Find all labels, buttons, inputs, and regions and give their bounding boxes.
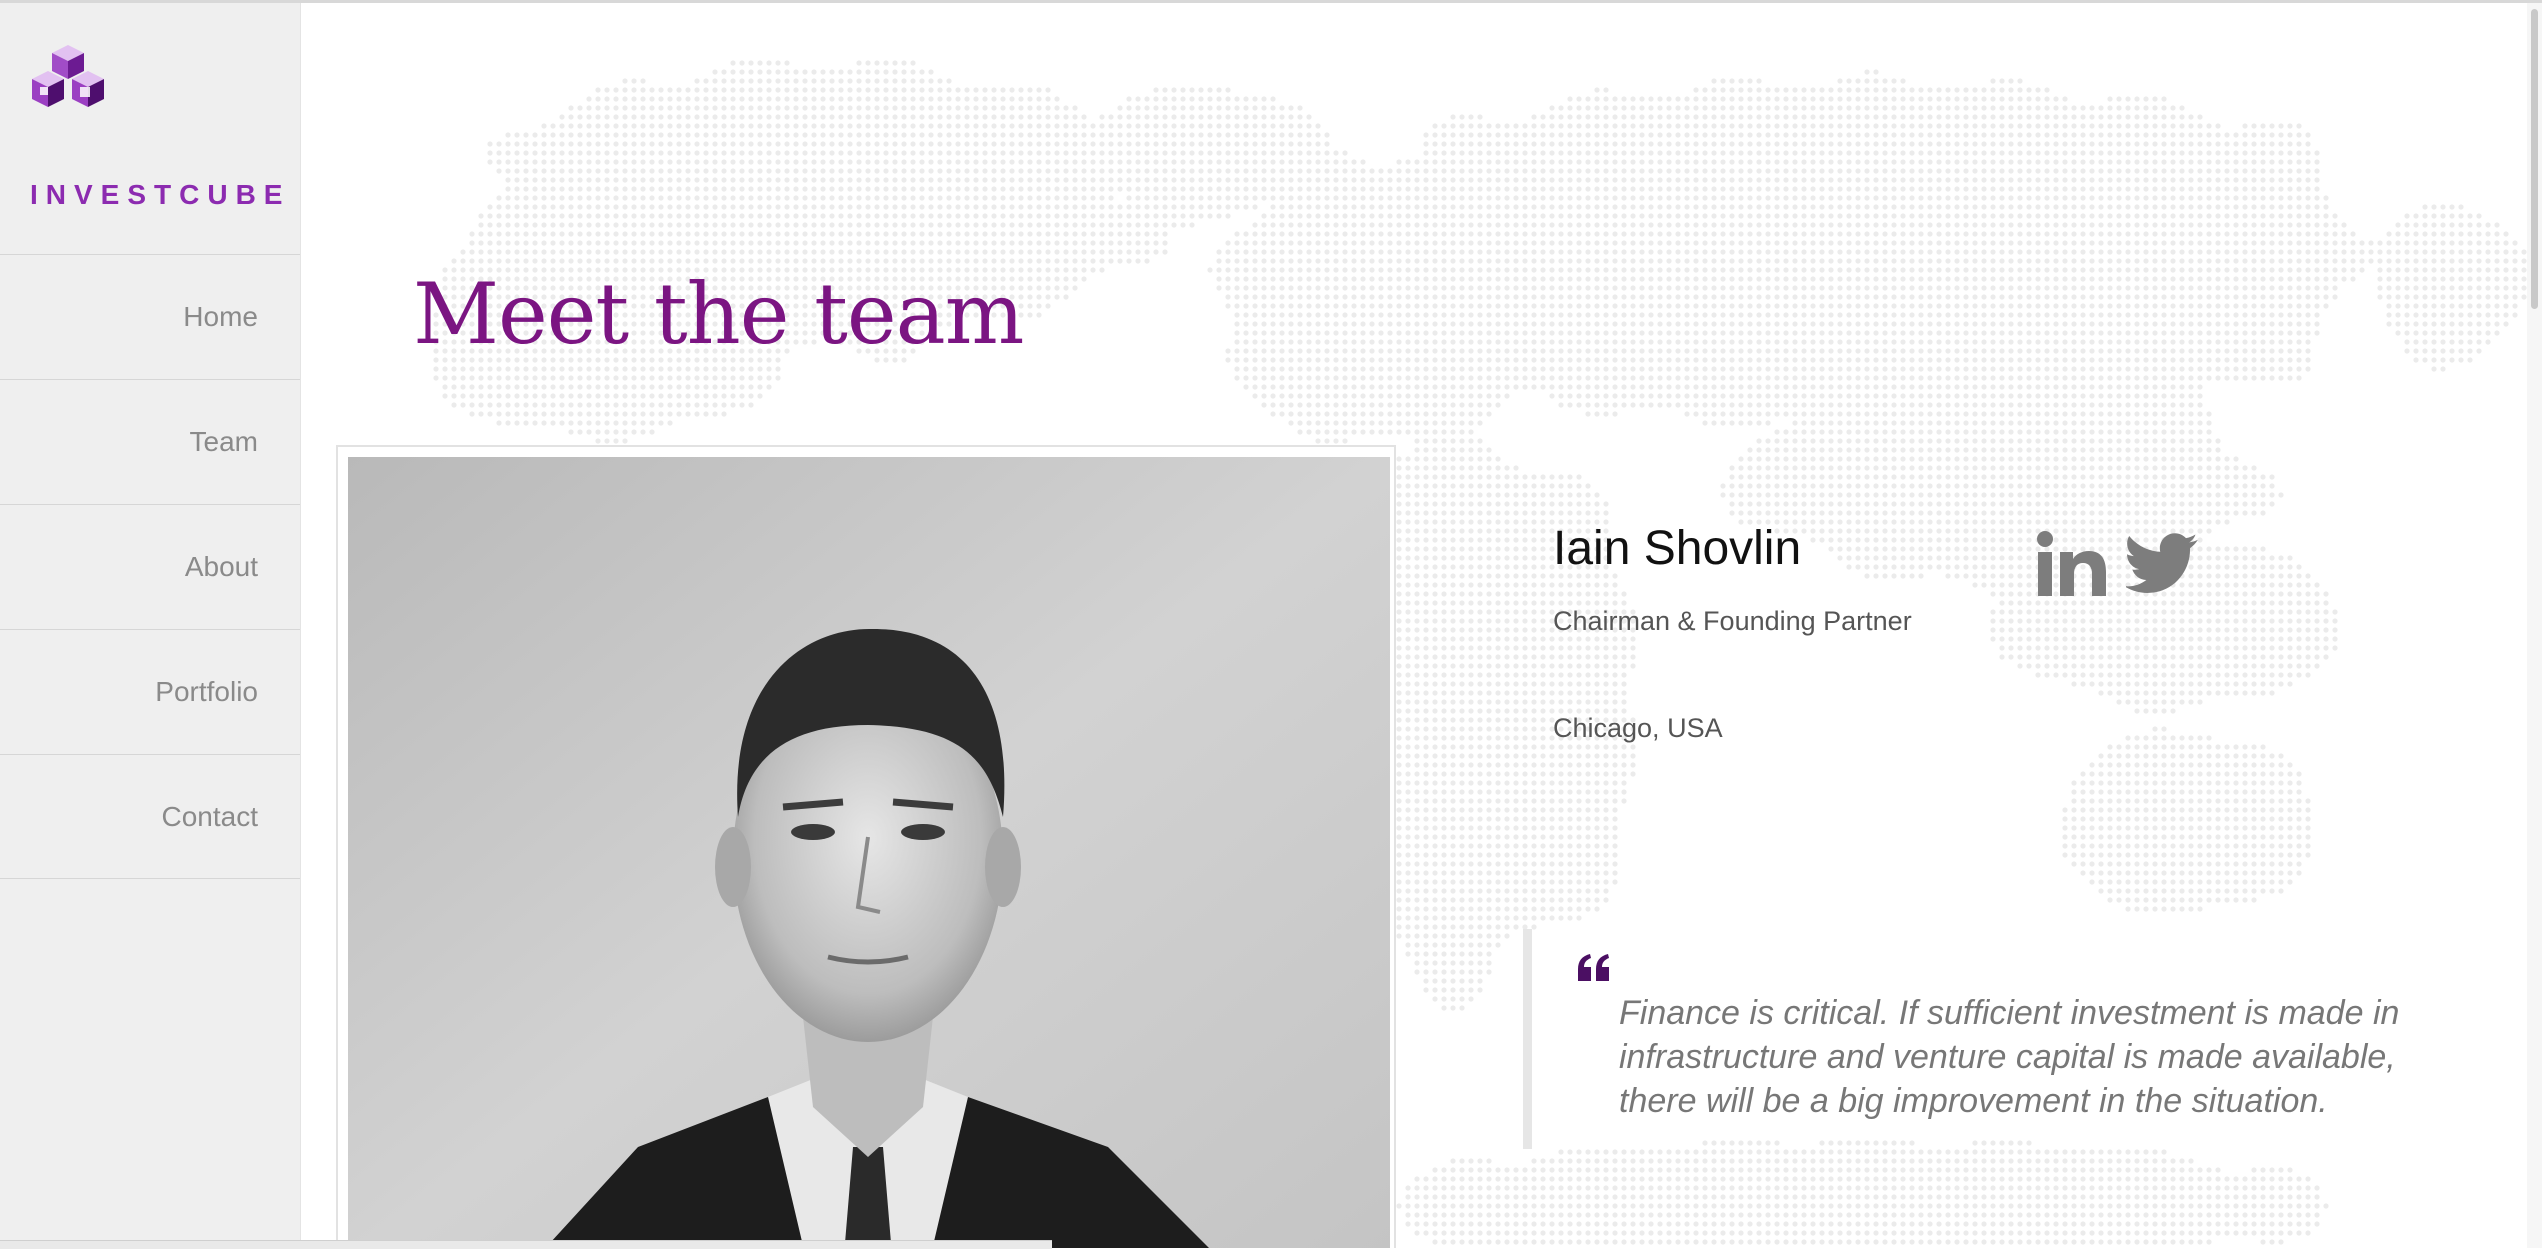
nav-item-team[interactable]: Team xyxy=(0,379,300,504)
page-scrollbar[interactable] xyxy=(2527,3,2542,1248)
main-nav: Home Team About Portfolio Contact xyxy=(0,254,300,879)
brand-name[interactable]: INVESTCUBE xyxy=(30,179,290,211)
member-portrait xyxy=(348,457,1390,1248)
quote-open-icon xyxy=(1576,953,1612,988)
scrollbar-thumb[interactable] xyxy=(2531,9,2538,309)
linkedin-icon[interactable] xyxy=(2036,530,2108,603)
social-links xyxy=(2036,530,2198,603)
member-quote: Finance is critical. If sufficient inves… xyxy=(1523,929,2463,1149)
nav-item-home[interactable]: Home xyxy=(0,254,300,379)
member-role: Chairman & Founding Partner xyxy=(1553,606,1912,636)
twitter-icon[interactable] xyxy=(2124,533,2198,600)
member-location: Chicago, USA xyxy=(1553,713,1723,743)
main-content: Meet the team Iain Shovlin Chairman & Fo… xyxy=(301,3,2527,1248)
member-name: Iain Shovlin xyxy=(1553,522,1802,575)
quote-text: Finance is critical. If sufficient inves… xyxy=(1619,994,2400,1120)
cube-stack-logo[interactable] xyxy=(24,41,124,121)
nav-item-portfolio[interactable]: Portfolio xyxy=(0,629,300,754)
sidebar: INVESTCUBE Home Team About Portfolio Con… xyxy=(0,3,301,1248)
page-title: Meet the team xyxy=(413,265,1024,363)
nav-item-contact[interactable]: Contact xyxy=(0,754,300,879)
nav-item-about[interactable]: About xyxy=(0,504,300,629)
member-photo-frame xyxy=(336,445,1396,1248)
